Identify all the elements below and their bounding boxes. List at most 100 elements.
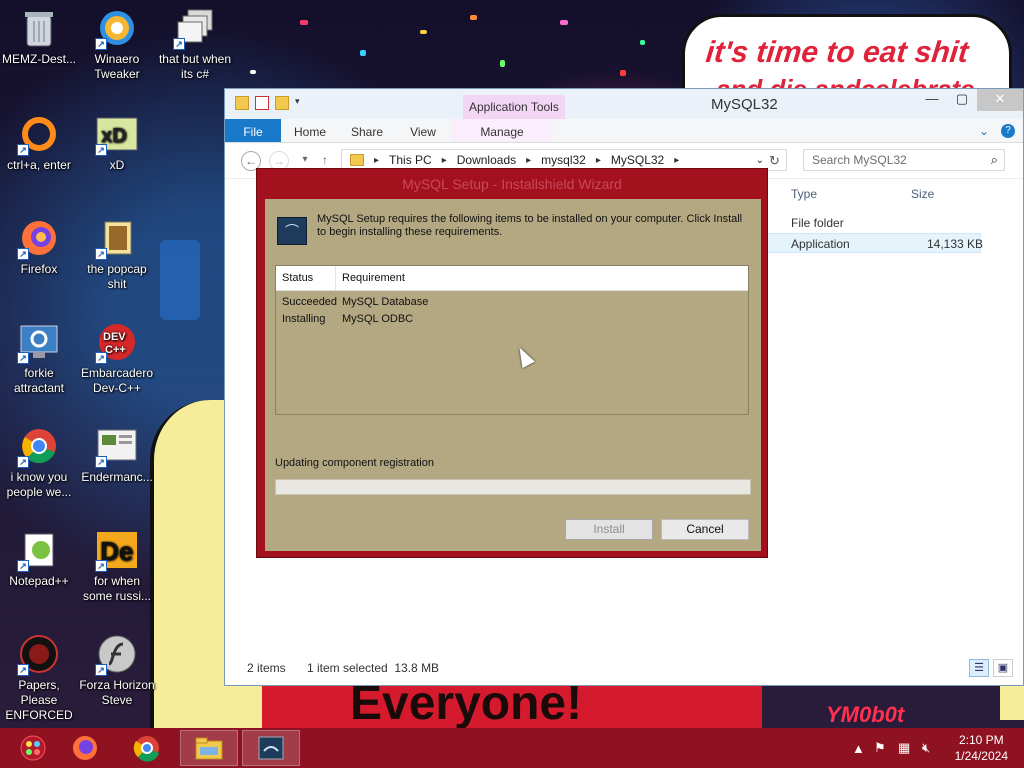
winaero-icon: ↗ <box>95 6 139 50</box>
desktop-icon-windows-stack[interactable]: ↗ that but when its c# <box>156 6 234 82</box>
clock-date: 1/24/2024 <box>954 749 1008 763</box>
shortcut-arrow-icon: ↗ <box>173 38 185 50</box>
breadcrumb-this-pc[interactable]: This PC <box>389 153 432 167</box>
desktop-icon-notepadpp[interactable]: ↗ Notepad++ <box>0 528 78 589</box>
speech-text-line1: it's time to eat shit <box>704 36 970 69</box>
tab-home[interactable]: Home <box>281 119 339 142</box>
application-tools-label: Application Tools <box>463 95 565 119</box>
row-2-type[interactable]: Application <box>791 237 850 251</box>
row-1-type[interactable]: File folder <box>791 216 844 230</box>
breadcrumb-separator-icon: ▸ <box>374 154 380 166</box>
desktop-icon-ring[interactable]: ↗ ctrl+a, enter <box>0 112 78 173</box>
desktop-icon-label: Papers, Please ENFORCED <box>5 678 73 722</box>
desktop-icon-firefox[interactable]: ↗ Firefox <box>0 216 78 277</box>
desktop-icon-popcap[interactable]: ↗ the popcap shit <box>78 216 156 292</box>
quick-access-toolbar: ▾ <box>235 96 305 110</box>
taskbar-mysql-setup-icon[interactable] <box>242 730 300 766</box>
desktop-icon-memz[interactable]: MEMZ-Dest... <box>0 6 78 67</box>
mysql-setup-dialog[interactable]: MySQL Setup - Installshield Wizard ⌒ MyS… <box>256 168 768 558</box>
expand-ribbon-icon[interactable]: ⌄ <box>979 124 989 138</box>
neon-sign-text: YM0b0t <box>826 702 905 727</box>
taskbar: ▲ ⚑ ▦ 🔇︎ 2:10 PM 1/24/2024 <box>0 728 1024 768</box>
desktop-icon-devcpp[interactable]: DEV C++ ↗ Embarcadero Dev-C++ <box>78 320 156 396</box>
tab-manage[interactable]: Manage <box>451 119 553 142</box>
desktop-icon-label: ctrl+a, enter <box>7 158 71 172</box>
help-icon[interactable]: ? <box>1001 124 1015 138</box>
taskbar-firefox-icon[interactable] <box>56 730 114 766</box>
network-icon[interactable]: ▦ <box>898 728 910 768</box>
shortcut-arrow-icon: ↗ <box>95 352 107 364</box>
search-placeholder: Search MySQL32 <box>812 153 907 167</box>
properties-icon[interactable] <box>255 96 269 110</box>
desktop-icon-winaero[interactable]: ↗ Winaero Tweaker <box>78 6 156 82</box>
requirements-table[interactable]: Status Requirement Succeeded MySQL Datab… <box>275 265 749 415</box>
refresh-icon[interactable]: ↻ <box>769 153 780 169</box>
search-input[interactable]: Search MySQL32 ⌕ <box>803 149 1005 171</box>
status-selection: 1 item selected 13.8 MB <box>307 661 440 675</box>
window-title: MySQL32 <box>711 96 778 113</box>
desktop-icon-papers-please[interactable]: ↗ Papers, Please ENFORCED <box>0 632 78 723</box>
folder-icon[interactable] <box>235 96 249 110</box>
clock-time: 2:10 PM <box>958 733 1004 747</box>
volume-muted-icon[interactable]: 🔇︎ <box>922 728 930 768</box>
new-folder-icon[interactable] <box>275 96 289 110</box>
details-view-icon[interactable]: ☰ <box>969 659 989 677</box>
requirement-name: MySQL Database <box>342 296 429 308</box>
desktop-icon-label: Firefox <box>20 262 58 276</box>
breadcrumb-mysql32-folder[interactable]: MySQL32 <box>611 153 664 167</box>
desktop-icon-de[interactable]: De ↗ for when some russi... <box>78 528 156 604</box>
system-clock[interactable]: 2:10 PM 1/24/2024 <box>955 732 1008 764</box>
chrome-icon: ↗ <box>17 424 61 468</box>
cancel-button[interactable]: Cancel <box>661 519 749 540</box>
recycle-bin-icon <box>17 6 61 50</box>
ribbon-tabs: File Home Share View Manage ⌄ ? <box>225 119 1023 143</box>
explorer-titlebar[interactable]: ▾ Application Tools MySQL32 — ▢ ✕ <box>225 89 1023 119</box>
popcap-icon: ↗ <box>95 216 139 260</box>
column-header-size[interactable]: Size <box>911 187 934 201</box>
desktop-icon-chrome[interactable]: ↗ i know you people we... <box>0 424 78 500</box>
column-header-type[interactable]: Type <box>791 187 817 201</box>
desktop-icon-label: i know you people we... <box>6 470 72 499</box>
status-item-count: 2 items <box>247 661 286 675</box>
start-orb-icon[interactable] <box>4 730 62 766</box>
flash-icon: ↗ <box>95 632 139 676</box>
taskbar-chrome-icon[interactable] <box>118 730 176 766</box>
customize-toolbar-icon[interactable]: ▾ <box>295 96 305 110</box>
action-center-flag-icon[interactable]: ⚑ <box>874 728 886 768</box>
address-dropdown-icon[interactable]: ⌄ <box>756 155 764 166</box>
desktop-icon-label: xD <box>109 158 125 172</box>
installer-icon: ⌒ <box>277 217 307 245</box>
progress-label: Updating component registration <box>275 457 434 469</box>
large-icons-view-icon[interactable]: ▣ <box>993 659 1013 677</box>
install-button[interactable]: Install <box>565 519 653 540</box>
firefox-icon: ↗ <box>17 216 61 260</box>
breadcrumb-separator-icon: ▸ <box>526 154 532 166</box>
search-icon[interactable]: ⌕ <box>991 152 998 168</box>
breadcrumb-downloads[interactable]: Downloads <box>457 153 516 167</box>
maximize-icon[interactable]: ▢ <box>947 89 977 111</box>
desktop-icon-xd[interactable]: xD ↗ xD <box>78 112 156 173</box>
minimize-icon[interactable]: — <box>917 89 947 111</box>
close-icon[interactable]: ✕ <box>977 89 1023 111</box>
desktop-icon-label: Winaero Tweaker <box>94 52 140 81</box>
windows-stack-icon: ↗ <box>173 6 217 50</box>
shortcut-arrow-icon: ↗ <box>95 248 107 260</box>
breadcrumb-separator-icon: ▸ <box>595 154 601 166</box>
desktop-icon-endermanch[interactable]: ↗ Endermanc... <box>78 424 156 485</box>
shortcut-arrow-icon: ↗ <box>17 248 29 260</box>
desktop-icon-forza[interactable]: ↗ Forza Horizon Steve <box>78 632 156 708</box>
show-hidden-icons-icon[interactable]: ▲ <box>852 728 865 768</box>
desktop-icon-label: Notepad++ <box>9 574 69 588</box>
shortcut-arrow-icon: ↗ <box>17 560 29 572</box>
tab-view[interactable]: View <box>395 119 451 142</box>
dialog-message: MySQL Setup requires the following items… <box>317 213 743 238</box>
taskbar-file-explorer-icon[interactable] <box>180 730 238 766</box>
breadcrumb-mysql32[interactable]: mysql32 <box>541 153 586 167</box>
tab-share[interactable]: Share <box>339 119 395 142</box>
row-2-size[interactable]: 14,133 KB <box>927 237 983 251</box>
tab-file[interactable]: File <box>225 119 281 142</box>
table-row: Installing MySQL ODBC <box>276 311 748 328</box>
desktop-icon-forkie[interactable]: ↗ forkie attractant <box>0 320 78 396</box>
desktop-icon-label: forkie attractant <box>13 366 65 395</box>
endermanch-icon: ↗ <box>95 424 139 468</box>
